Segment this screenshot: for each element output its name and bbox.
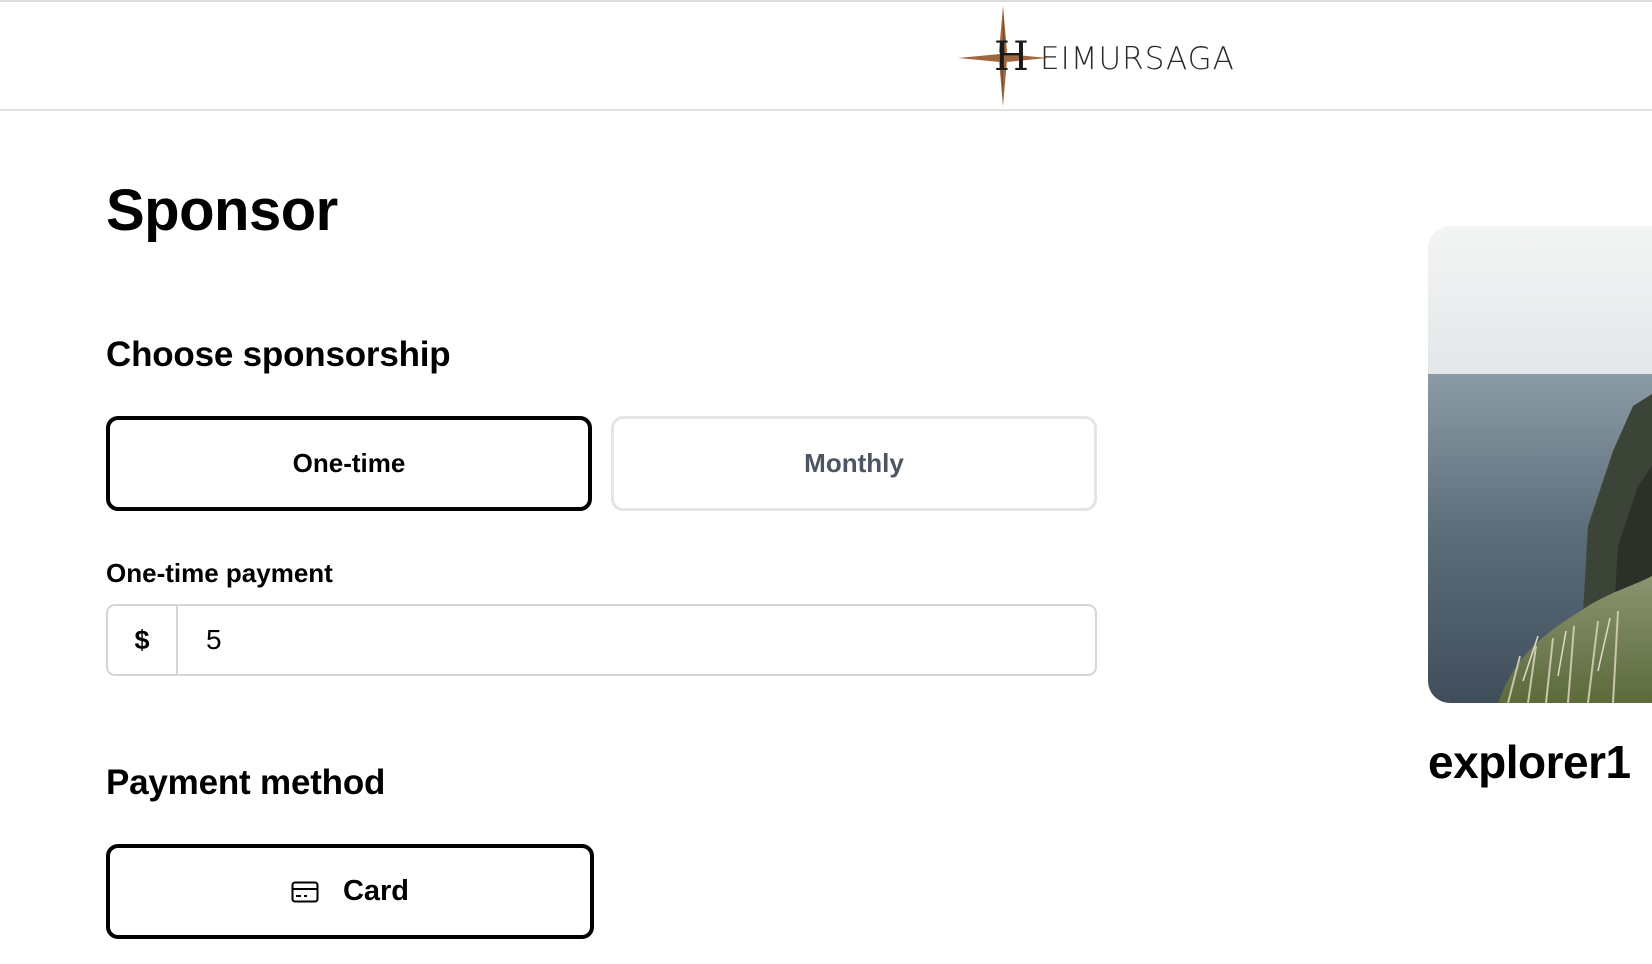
choose-sponsorship-heading: Choose sponsorship [106, 335, 451, 374]
logo-wordmark: EIMURSAGA [1040, 41, 1235, 77]
site-logo[interactable]: H EIMURSAGA [958, 2, 1248, 110]
card-method-button[interactable]: Card [106, 844, 594, 939]
payment-method-heading: Payment method [106, 763, 386, 802]
monthly-option-button[interactable]: Monthly [611, 416, 1097, 511]
currency-prefix: $ [108, 606, 178, 674]
card-method-label: Card [342, 875, 410, 907]
explorer-cover-photo [1428, 226, 1652, 703]
credit-card-icon [291, 881, 319, 902]
cliff-landscape-image [1428, 226, 1652, 703]
page-title: Sponsor [106, 178, 338, 243]
payment-amount-group: $ [106, 604, 1097, 676]
explorer-username[interactable]: explorer1 [1428, 734, 1631, 790]
top-header: H EIMURSAGA [0, 0, 1652, 111]
payment-amount-input[interactable] [178, 606, 1095, 674]
one-time-option-button[interactable]: One-time [106, 416, 592, 511]
logo-initial: H [994, 34, 1029, 80]
payment-amount-label: One-time payment [106, 558, 333, 588]
